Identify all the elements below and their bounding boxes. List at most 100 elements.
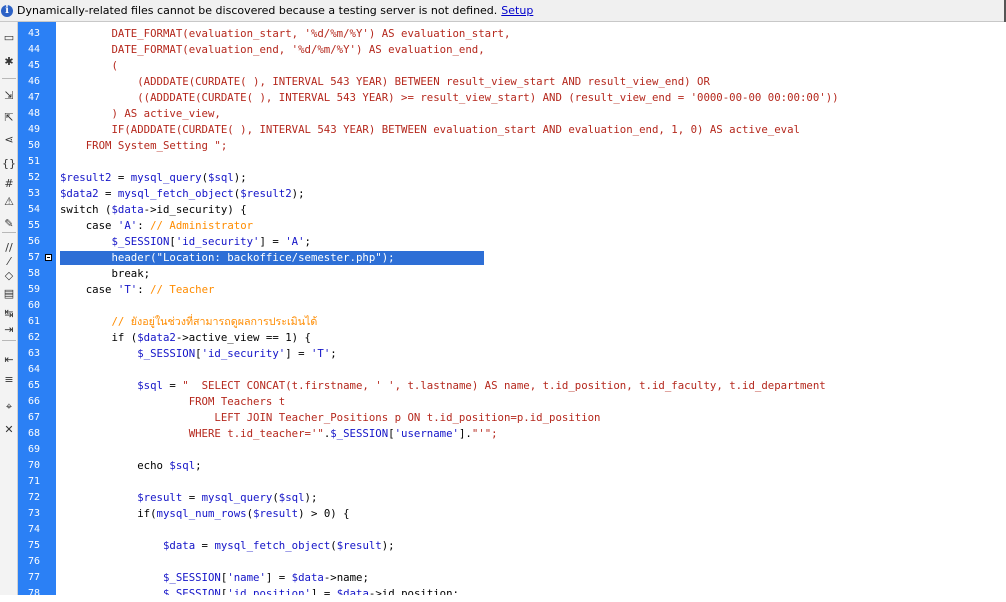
move-css-icon[interactable]: ↹ (2, 306, 16, 320)
highlight-invalid-code-icon[interactable]: ⚠ (2, 194, 16, 208)
remove-tag-icon[interactable]: ✕ (2, 422, 16, 436)
line-number: 55 (27, 220, 40, 231)
select-parent-tag-icon[interactable]: ⋖ (2, 132, 16, 146)
line-number: 64 (27, 364, 40, 375)
collapse-icon[interactable]: ⇱ (2, 110, 16, 124)
code-token: $sql (169, 459, 196, 472)
format-source-icon[interactable]: ≡ (2, 372, 16, 386)
syntax-coloring-icon[interactable]: ✎ (2, 216, 16, 230)
comment-icon[interactable]: // (2, 240, 16, 254)
recent-snippets-icon[interactable]: ▤ (2, 286, 16, 300)
code-line: case 'T': // Teacher (60, 282, 215, 298)
code-line: switch ($data->id_security) { (60, 202, 247, 218)
line-number: 51 (27, 156, 40, 167)
line-numbers-icon[interactable]: # (2, 176, 16, 190)
line-number: 56 (27, 236, 40, 247)
line-number: 54 (27, 204, 40, 215)
code-token: // ยังอยู่ในช่วงที่สามารถดูผลการประเมินไ… (60, 315, 318, 328)
apply-source-formatting-icon[interactable]: ⌖ (2, 400, 16, 414)
code-line: $data2 = mysql_fetch_object($result2); (60, 186, 305, 202)
line-number: 71 (27, 476, 40, 487)
code-token: 'username' (394, 427, 459, 440)
code-line: $data = mysql_fetch_object($result); (60, 538, 395, 554)
code-token: ((ADDDATE(CURDATE( ), INTERVAL 543 YEAR)… (60, 91, 839, 104)
code-token: $result2 (240, 187, 292, 200)
code-token: FROM System_Setting "; (60, 139, 228, 152)
code-token: : (137, 219, 151, 232)
line-number: 60 (27, 300, 40, 311)
line-number: 45 (27, 60, 40, 71)
wrap-tag-icon[interactable]: ◇ (2, 268, 16, 282)
code-line: FROM Teachers t (60, 394, 286, 410)
code-token: ; (330, 347, 337, 360)
collapse-selection-icon[interactable] (45, 254, 52, 261)
code-token: ->id_security) { (143, 203, 247, 216)
code-token: $sql (208, 171, 234, 184)
code-token: ] = (259, 235, 286, 248)
line-number: 57 (27, 252, 40, 263)
line-number: 53 (27, 188, 40, 199)
code-token: ; (195, 459, 202, 472)
code-token: 'name' (227, 571, 266, 584)
code-token: 'id_security' (201, 347, 286, 360)
info-icon: i (1, 4, 13, 17)
asterisk-icon[interactable]: ✱ (2, 54, 16, 68)
line-number: 46 (27, 76, 40, 87)
code-token: 'A' (117, 219, 138, 232)
code-token: 'T' (117, 283, 138, 296)
code-token: switch ( (60, 203, 112, 216)
indent-icon[interactable]: ⇥ (2, 322, 16, 336)
code-token: ( (60, 59, 118, 72)
code-token: $result (336, 539, 382, 552)
outdent-icon[interactable]: ⇤ (2, 352, 16, 366)
file-management-icon[interactable]: ▭ (2, 30, 16, 44)
code-token: // Administrator (150, 219, 254, 232)
line-number: 61 (27, 316, 40, 327)
code-token: echo (60, 459, 170, 472)
code-token: ->active_view == 1) { (175, 331, 311, 344)
code-token: $_SESSION (330, 427, 389, 440)
info-bar: i Dynamically-related files cannot be di… (0, 0, 1006, 22)
uncomment-icon[interactable]: ⁄ (2, 254, 16, 268)
code-token: $sql (60, 379, 163, 392)
code-token: ->name; (323, 571, 369, 584)
code-line: DATE_FORMAT(evaluation_start, '%d/%m/%Y'… (60, 26, 510, 42)
balance-braces-icon[interactable]: {} (2, 156, 16, 170)
code-line: echo $sql; (60, 458, 202, 474)
code-token: = (111, 171, 131, 184)
code-token: LEFT JOIN Teacher_Positions p ON t.id_po… (60, 411, 601, 424)
code-token: $sql (278, 491, 305, 504)
line-number: 65 (27, 380, 40, 391)
line-number: 50 (27, 140, 40, 151)
line-number: 76 (27, 556, 40, 567)
code-token: $result (60, 491, 183, 504)
code-token: $data (111, 203, 144, 216)
code-token: $result2 (60, 171, 112, 184)
line-number: 69 (27, 444, 40, 455)
code-line: case 'A': // Administrator (60, 218, 253, 234)
line-number: 47 (27, 92, 40, 103)
code-token: 'T' (310, 347, 331, 360)
code-token: $data2 (60, 187, 99, 200)
code-line: IF(ADDDATE(CURDATE( ), INTERVAL 543 YEAR… (60, 122, 800, 138)
code-token: ] = (285, 347, 311, 360)
line-number: 68 (27, 428, 40, 439)
code-token: = (182, 491, 202, 504)
line-number: 73 (27, 508, 40, 519)
code-token: mysql_query (130, 171, 202, 184)
code-token: DATE_FORMAT(evaluation_end, '%d/%m/%Y') … (60, 43, 485, 56)
toolbar-separator (2, 340, 16, 341)
code-token: $data (60, 539, 196, 552)
setup-link[interactable]: Setup (501, 4, 533, 17)
code-line: $_SESSION['id_position'] = $data->id_pos… (60, 586, 459, 595)
line-number: 48 (27, 108, 40, 119)
line-number: 58 (27, 268, 40, 279)
code-token: ] = (265, 571, 292, 584)
line-number: 74 (27, 524, 40, 535)
code-editor[interactable]: DATE_FORMAT(evaluation_start, '%d/%m/%Y'… (56, 22, 1006, 595)
code-line: (ADDDATE(CURDATE( ), INTERVAL 543 YEAR) … (60, 74, 710, 90)
code-token: 'id_position' (227, 587, 311, 595)
code-line: ((ADDDATE(CURDATE( ), INTERVAL 543 YEAR)… (60, 90, 839, 106)
expand-icon[interactable]: ⇲ (2, 88, 16, 102)
code-line: FROM System_Setting "; (60, 138, 228, 154)
